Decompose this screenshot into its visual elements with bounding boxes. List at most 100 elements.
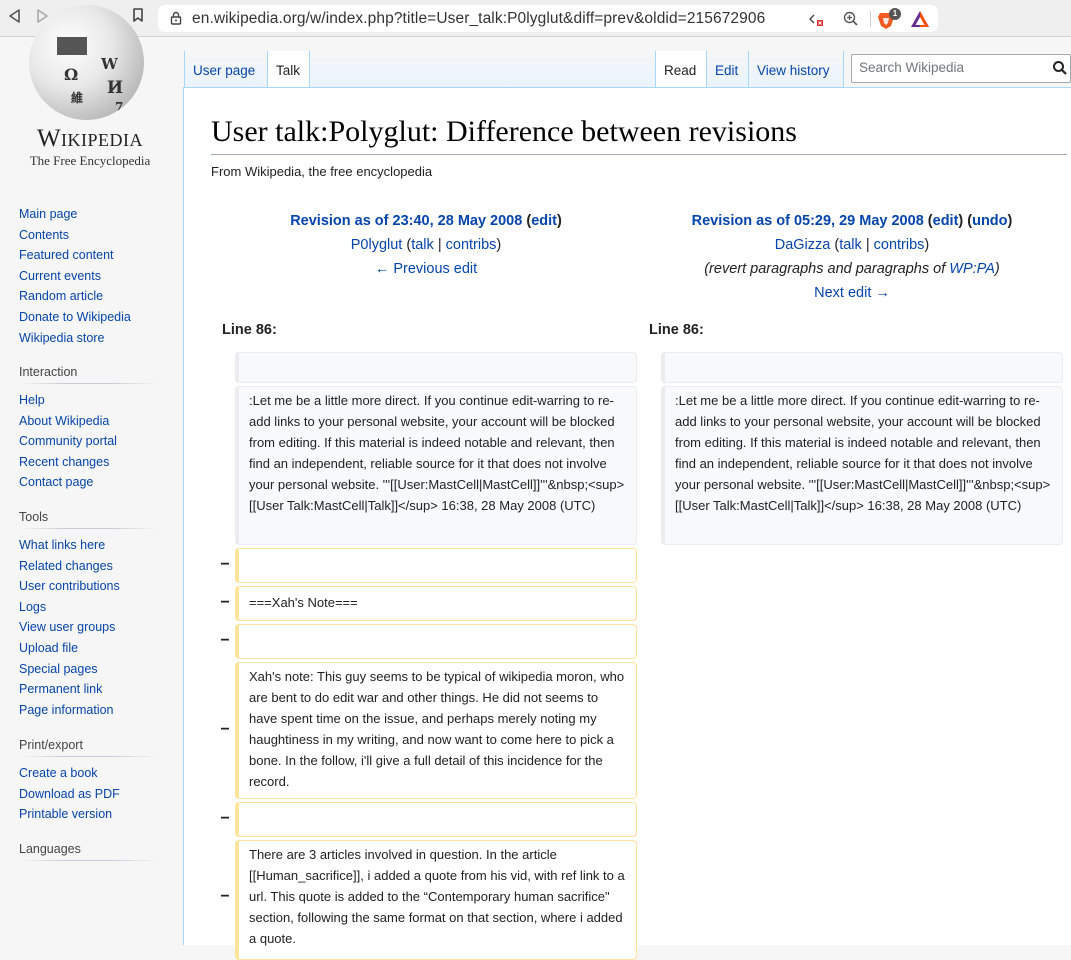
context-line-empty-right — [661, 352, 1063, 383]
new-revision-edit-link[interactable]: edit — [933, 213, 959, 229]
new-revision-header: Revision as of 05:29, 29 May 2008 (edit)… — [637, 209, 1067, 305]
tab-read[interactable]: Read — [655, 51, 706, 88]
deleted-marker: − — [220, 810, 230, 827]
toolbar-divider — [870, 11, 871, 27]
edit-summary: (revert paragraphs and paragraphs of WP:… — [637, 257, 1067, 281]
sidebar-item-recent-changes[interactable]: Recent changes — [19, 455, 109, 469]
separator: | — [437, 237, 442, 253]
languages-portal: Languages — [19, 842, 159, 867]
lock-icon — [170, 11, 182, 25]
sidebar-item-contents[interactable]: Contents — [19, 228, 69, 242]
address-bar[interactable]: en.wikipedia.org/w/index.php?title=User_… — [158, 5, 938, 32]
sidebar-item-special-pages[interactable]: Special pages — [19, 662, 98, 676]
sidebar-item-page-information[interactable]: Page information — [19, 703, 114, 717]
new-revision-contribs-link[interactable]: contribs — [874, 237, 925, 253]
sidebar-item-random-article[interactable]: Random article — [19, 289, 103, 303]
puzzle-globe-icon: ΩWИ維7 — [29, 5, 144, 120]
wikipedia-logo[interactable]: ΩWИ維7 Wikipedia The Free Encyclopedia — [20, 5, 160, 172]
search-box[interactable] — [851, 54, 1071, 83]
search-input[interactable] — [859, 60, 1049, 75]
sidebar-item-store[interactable]: Wikipedia store — [19, 331, 104, 345]
url-text[interactable]: en.wikipedia.org/w/index.php?title=User_… — [192, 10, 765, 28]
deleted-line: Xah's note: This guy seems to be typical… — [235, 662, 637, 799]
tab-edit[interactable]: Edit — [706, 51, 748, 88]
code-blocked-icon[interactable] — [808, 10, 826, 28]
deleted-marker: − — [220, 888, 230, 905]
deleted-marker: − — [220, 556, 230, 573]
new-revision-link[interactable]: Revision as of 05:29, 29 May 2008 — [692, 213, 924, 229]
old-revision-header: Revision as of 23:40, 28 May 2008 (edit)… — [290, 213, 562, 277]
deleted-marker: − — [220, 594, 230, 611]
context-line-empty-left — [235, 352, 637, 383]
zoom-icon[interactable] — [842, 10, 860, 28]
undo-link[interactable]: undo — [972, 213, 1007, 229]
old-revision-link[interactable]: Revision as of 23:40, 28 May 2008 — [290, 213, 522, 229]
print-portal: Print/export Create a book Download as P… — [19, 738, 159, 825]
interaction-heading: Interaction — [19, 365, 159, 384]
edit-summary-close: ) — [994, 261, 1000, 277]
old-revision-edit-link[interactable]: edit — [531, 213, 557, 229]
sidebar-item-printable-version[interactable]: Printable version — [19, 807, 112, 821]
wp-pa-link[interactable]: WP:PA — [949, 261, 995, 277]
sidebar-item-view-user-groups[interactable]: View user groups — [19, 620, 115, 634]
edit-summary-text: (revert paragraphs and paragraphs of — [704, 261, 950, 277]
sidebar-item-upload-file[interactable]: Upload file — [19, 641, 78, 655]
new-revision-user-link[interactable]: DaGizza — [775, 237, 831, 253]
sidebar-item-donate[interactable]: Donate to Wikipedia — [19, 310, 131, 324]
sidebar-item-featured-content[interactable]: Featured content — [19, 248, 114, 262]
deleted-line: ===Xah's Note=== — [235, 586, 637, 621]
context-line-right: :Let me be a little more direct. If you … — [661, 386, 1063, 545]
old-revision-contribs-link[interactable]: contribs — [446, 237, 497, 253]
sidebar-item-create-book[interactable]: Create a book — [19, 766, 98, 780]
tools-heading: Tools — [19, 510, 159, 529]
bookmark-icon[interactable] — [128, 8, 148, 28]
new-revision-talk-link[interactable]: talk — [839, 237, 862, 253]
page-title: User talk:Polyglut: Difference between r… — [211, 113, 1067, 155]
deleted-marker: − — [220, 632, 230, 649]
logo-tagline: The Free Encyclopedia — [29, 153, 151, 168]
interaction-portal: Interaction Help About Wikipedia Communi… — [19, 365, 159, 493]
sidebar-item-about[interactable]: About Wikipedia — [19, 414, 109, 428]
previous-edit-link[interactable]: ← Previous edit — [375, 261, 477, 277]
print-heading: Print/export — [19, 738, 159, 757]
deleted-marker: − — [220, 721, 230, 738]
deleted-line — [235, 624, 637, 659]
sidebar-item-current-events[interactable]: Current events — [19, 269, 101, 283]
separator: | — [865, 237, 870, 253]
navigation-portal: Main page Contents Featured content Curr… — [19, 204, 159, 348]
old-revision-talk-link[interactable]: talk — [411, 237, 434, 253]
logo-wordmark: Wikipedia — [36, 125, 144, 152]
old-line-number: Line 86: — [222, 322, 277, 338]
old-revision-user-link[interactable]: P0lyglut — [351, 237, 403, 253]
sidebar-item-help[interactable]: Help — [19, 393, 45, 407]
deleted-line — [235, 802, 637, 837]
site-tagline: From Wikipedia, the free encyclopedia — [211, 164, 433, 179]
tab-user-page[interactable]: User page — [184, 51, 267, 88]
sidebar-item-logs[interactable]: Logs — [19, 600, 46, 614]
browser-toolbar: en.wikipedia.org/w/index.php?title=User_… — [0, 0, 1071, 37]
brave-badge-count: 1 — [889, 8, 901, 20]
back-icon[interactable] — [4, 8, 24, 28]
languages-heading[interactable]: Languages — [19, 842, 159, 861]
sidebar-item-download-pdf[interactable]: Download as PDF — [19, 787, 120, 801]
sidebar-item-what-links-here[interactable]: What links here — [19, 538, 105, 552]
sidebar-item-permanent-link[interactable]: Permanent link — [19, 682, 102, 696]
sidebar-item-main-page[interactable]: Main page — [19, 207, 77, 221]
tab-view-history[interactable]: View history — [748, 51, 844, 88]
new-line-number: Line 86: — [649, 322, 704, 338]
next-edit-link[interactable]: Next edit → — [814, 285, 890, 301]
sidebar-item-contact[interactable]: Contact page — [19, 475, 93, 489]
deleted-line: There are 3 articles involved in questio… — [235, 840, 637, 960]
tools-portal: Tools What links here Related changes Us… — [19, 510, 159, 720]
content-area: User talk:Polyglut: Difference between r… — [183, 87, 1071, 960]
bat-rewards-icon[interactable] — [910, 10, 932, 28]
context-line-left: :Let me be a little more direct. If you … — [235, 386, 637, 545]
sidebar: ΩWИ維7 Wikipedia The Free Encyclopedia Ma… — [0, 5, 183, 945]
tabs-spacer — [310, 51, 655, 88]
sidebar-item-related-changes[interactable]: Related changes — [19, 559, 113, 573]
deleted-line — [235, 548, 637, 583]
sidebar-item-user-contributions[interactable]: User contributions — [19, 579, 120, 593]
search-icon[interactable] — [1052, 60, 1068, 76]
tab-talk[interactable]: Talk — [267, 51, 310, 88]
sidebar-item-community-portal[interactable]: Community portal — [19, 434, 117, 448]
